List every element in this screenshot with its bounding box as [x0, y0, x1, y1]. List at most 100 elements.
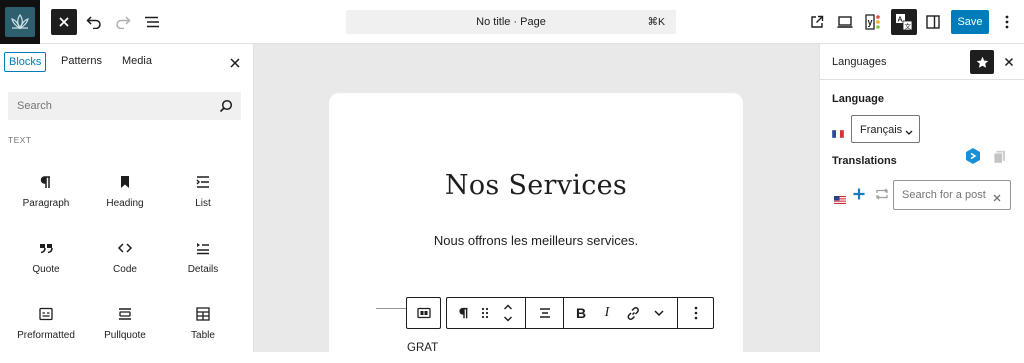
block-label: List — [195, 198, 211, 209]
lead-paragraph[interactable]: Nous offrons les meilleurs services. — [329, 233, 743, 248]
close-icon — [58, 16, 70, 28]
block-code[interactable]: Code — [87, 240, 163, 296]
italic-icon: I — [604, 305, 610, 320]
block-search-input[interactable] — [8, 92, 208, 120]
block-table[interactable]: Table — [165, 306, 241, 362]
toolbar-divider — [525, 298, 526, 328]
polylang-button[interactable]: A文 — [891, 9, 917, 35]
language-select[interactable]: Français — [851, 115, 920, 143]
options-menu-button[interactable] — [993, 8, 1021, 36]
block-label: Quote — [32, 264, 60, 275]
undo-button[interactable] — [80, 8, 108, 36]
languages-sidebar: Languages Language Français Translations — [819, 44, 1024, 352]
star-icon — [976, 56, 989, 69]
yoast-seo-button[interactable]: y — [859, 8, 887, 36]
language-value: Français — [860, 124, 903, 136]
translate-icon: A文 — [895, 13, 913, 31]
block-label: Paragraph — [22, 198, 70, 209]
quote-icon — [38, 240, 54, 256]
list-icon — [195, 174, 211, 190]
toolbar-connector-line — [376, 308, 406, 309]
document-title: No title · Page — [476, 16, 546, 28]
bold-icon: B — [575, 305, 587, 321]
redo-button[interactable] — [109, 8, 137, 36]
post-search-input[interactable] — [894, 181, 989, 209]
keyboard-shortcut: ⌘K — [647, 16, 665, 28]
save-button[interactable]: Save — [951, 10, 989, 34]
details-icon — [195, 240, 211, 256]
block-details[interactable]: Details — [165, 240, 241, 296]
sync-icon — [875, 188, 889, 200]
preformatted-icon — [38, 306, 54, 322]
sidebar-header: Languages — [820, 44, 1024, 80]
pin-favorite-button[interactable] — [970, 50, 994, 74]
toolbar-divider — [563, 298, 564, 328]
block-quote[interactable]: Quote — [8, 240, 84, 296]
block-heading[interactable]: Heading — [87, 174, 163, 230]
plus-icon — [853, 188, 865, 200]
sidebar-title: Languages — [832, 56, 887, 68]
align-button[interactable] — [532, 298, 558, 328]
block-label: Table — [191, 330, 215, 341]
parent-block-selector[interactable] — [406, 297, 441, 329]
block-options-button[interactable] — [683, 298, 709, 328]
move-up-down-buttons[interactable] — [496, 298, 520, 328]
block-pullquote[interactable]: Pullquote — [87, 306, 163, 362]
copy-icon — [993, 150, 1006, 164]
block-label: Code — [113, 264, 137, 275]
italic-button[interactable]: I — [594, 298, 620, 328]
close-sidebar-button[interactable] — [1002, 55, 1016, 69]
svg-text:A: A — [898, 17, 903, 24]
tab-media[interactable]: Media — [118, 52, 156, 72]
category-heading: TEXT — [8, 135, 32, 145]
block-paragraph[interactable]: Paragraph — [8, 174, 84, 230]
tab-patterns[interactable]: Patterns — [57, 52, 106, 72]
pullquote-icon — [117, 306, 133, 322]
block-label: Heading — [106, 198, 144, 209]
tab-blocks[interactable]: Blocks — [4, 52, 47, 72]
table-icon — [195, 306, 211, 322]
link-button[interactable] — [620, 298, 646, 328]
more-formatting-button[interactable] — [646, 298, 672, 328]
redo-icon — [115, 15, 131, 29]
view-page-button[interactable] — [803, 8, 831, 36]
sidebar-icon — [926, 15, 940, 29]
add-translation-button[interactable] — [853, 188, 865, 200]
english-flag-icon — [834, 191, 846, 204]
preview-button[interactable] — [831, 8, 859, 36]
command-palette-bar[interactable]: No title · Page ⌘K — [346, 10, 676, 34]
list-view-icon — [144, 16, 160, 28]
page-heading[interactable]: Nos Services — [329, 170, 743, 201]
block-preformatted[interactable]: Preformatted — [8, 306, 84, 362]
more-vertical-icon — [1005, 15, 1009, 29]
svg-text:文: 文 — [905, 22, 912, 31]
bold-button[interactable]: B — [568, 298, 594, 328]
close-icon — [1002, 55, 1016, 69]
deepl-icon — [965, 147, 981, 165]
block-label: Pullquote — [104, 330, 146, 341]
duplicate-content-button[interactable] — [993, 150, 1006, 164]
document-overview-button[interactable] — [138, 8, 166, 36]
toolbar-divider — [677, 298, 678, 328]
drag-handle[interactable] — [474, 298, 496, 328]
partial-text-block[interactable]: GRAT — [407, 342, 438, 354]
close-inserter-button[interactable] — [51, 9, 77, 35]
undo-icon — [86, 15, 102, 29]
site-icon-button[interactable] — [0, 0, 40, 44]
block-toolbar: B I — [446, 297, 714, 329]
synchronize-button[interactable] — [875, 188, 889, 200]
block-list[interactable]: List — [165, 174, 241, 230]
paragraph-icon — [38, 174, 54, 190]
clear-search-icon[interactable] — [992, 190, 1002, 208]
block-label: Preformatted — [17, 330, 75, 341]
close-icon — [226, 54, 244, 72]
block-search — [8, 92, 241, 120]
group-block-icon — [411, 298, 437, 328]
lotus-logo-icon — [5, 7, 35, 37]
settings-sidebar-toggle[interactable] — [919, 8, 947, 36]
chevron-down-icon — [905, 126, 913, 138]
external-link-icon — [810, 15, 824, 29]
block-label: Details — [187, 264, 219, 275]
deepl-translate-button[interactable] — [965, 147, 981, 165]
close-inserter-panel-button[interactable] — [226, 54, 244, 72]
